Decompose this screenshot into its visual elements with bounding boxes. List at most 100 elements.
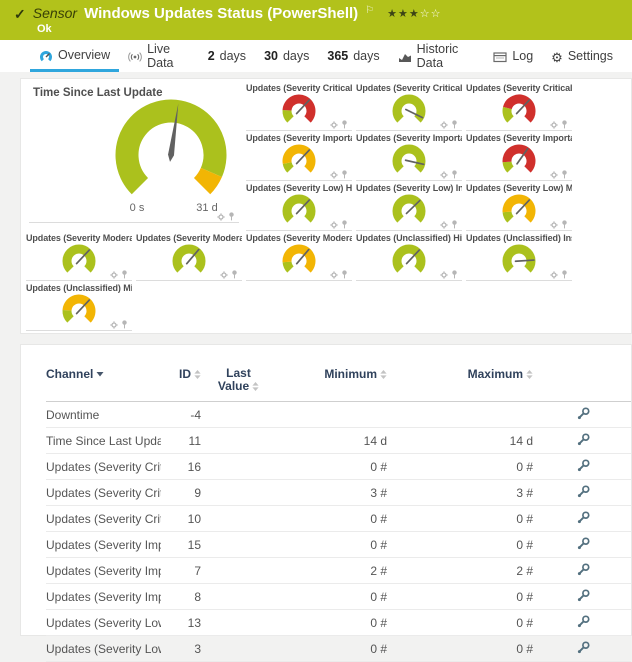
gauge-cell: Updates (Severity Low) Hidden <box>246 183 352 231</box>
sort-desc-icon[interactable] <box>96 371 104 377</box>
tab-365-days[interactable]: 365days <box>318 40 388 72</box>
tab-30-days[interactable]: 30days <box>255 40 318 72</box>
channel-gauge[interactable] <box>497 194 541 229</box>
gauge-pin-icon[interactable] <box>561 270 568 279</box>
edit-channel-icon[interactable] <box>576 510 591 525</box>
channel-name[interactable]: Downtime <box>46 408 161 422</box>
gauge-pin-icon[interactable] <box>341 220 348 229</box>
column-header-id[interactable]: ID <box>161 367 201 381</box>
sensor-header: ✓ Sensor Windows Updates Status (PowerSh… <box>0 0 632 40</box>
gauge-pin-icon[interactable] <box>341 170 348 179</box>
channel-gauge[interactable] <box>57 294 101 329</box>
gauge-gear-icon[interactable] <box>440 221 448 229</box>
gauge-gear-icon[interactable] <box>440 271 448 279</box>
gauge-gear-icon[interactable] <box>550 221 558 229</box>
channel-name[interactable]: Time Since Last Update <box>46 434 161 448</box>
channel-gauge[interactable] <box>497 94 541 129</box>
tab-historic-data[interactable]: Historic Data <box>389 40 485 72</box>
gauge-pin-icon[interactable] <box>341 120 348 129</box>
gauge-gear-icon[interactable] <box>440 171 448 179</box>
channel-gauge[interactable] <box>497 244 541 279</box>
star-empty-icon[interactable]: ☆ <box>420 8 431 20</box>
channel-gauge[interactable] <box>167 244 211 279</box>
channel-gauge[interactable] <box>387 194 431 229</box>
channel-gauge[interactable]: 0 s31 d <box>101 93 241 215</box>
channel-name[interactable]: Updates (Severity Impo... <box>46 538 161 552</box>
edit-channel-icon[interactable] <box>576 640 591 655</box>
gauge-title: Updates (Severity Moderate) ... <box>26 233 132 244</box>
tab-live-data[interactable]: Live Data <box>119 40 199 72</box>
star-filled-icon[interactable]: ★ <box>387 8 398 20</box>
gauge-gear-icon[interactable] <box>110 271 118 279</box>
channel-gauge[interactable] <box>277 94 321 129</box>
gauge-gear-icon[interactable] <box>550 171 558 179</box>
channel-name[interactable]: Updates (Severity Low) ... <box>46 642 161 656</box>
gauge-gear-icon[interactable] <box>440 121 448 129</box>
channel-gauge[interactable] <box>387 144 431 179</box>
star-filled-icon[interactable]: ★ <box>398 8 409 20</box>
gauge-pin-icon[interactable] <box>341 270 348 279</box>
column-header-minimum[interactable]: Minimum <box>276 367 387 381</box>
tab-overview[interactable]: Overview <box>30 40 119 72</box>
edit-channel-icon[interactable] <box>576 614 591 629</box>
gauge-pin-icon[interactable] <box>451 170 458 179</box>
channel-gauge[interactable] <box>57 244 101 279</box>
gear-icon: ⚙ <box>551 51 563 64</box>
edit-channel-icon[interactable] <box>576 562 591 577</box>
edit-channel-icon[interactable] <box>576 406 591 421</box>
gauge-gear-icon[interactable] <box>330 171 338 179</box>
gauge-title: Updates (Severity Low) Hidden <box>246 183 352 194</box>
column-header-channel[interactable]: Channel <box>46 367 161 381</box>
gauge-pin-icon[interactable] <box>228 212 235 221</box>
sort-icon[interactable] <box>194 370 201 379</box>
tab-2-days[interactable]: 2days <box>199 40 255 72</box>
gauge-pin-icon[interactable] <box>121 270 128 279</box>
sort-icon[interactable] <box>252 382 259 391</box>
channel-minimum: 0 # <box>276 642 387 656</box>
gauge-pin-icon[interactable] <box>561 170 568 179</box>
channel-gauge[interactable] <box>497 144 541 179</box>
tab-settings[interactable]: ⚙Settings <box>542 40 622 72</box>
priority-stars[interactable]: ★★★☆☆ <box>387 7 441 20</box>
column-header-maximum[interactable]: Maximum <box>387 367 533 381</box>
sort-icon[interactable] <box>380 370 387 379</box>
column-header-last-value[interactable]: LastValue <box>201 367 276 393</box>
channel-gauge[interactable] <box>277 244 321 279</box>
gauge-gear-icon[interactable] <box>550 121 558 129</box>
gauge-pin-icon[interactable] <box>121 320 128 329</box>
edit-channel-icon[interactable] <box>576 432 591 447</box>
channel-name[interactable]: Updates (Severity Impo... <box>46 590 161 604</box>
channel-gauge[interactable] <box>387 94 431 129</box>
star-empty-icon[interactable]: ☆ <box>431 8 442 20</box>
star-filled-icon[interactable]: ★ <box>409 8 420 20</box>
edit-channel-icon[interactable] <box>576 458 591 473</box>
tab-log[interactable]: Log <box>484 40 542 72</box>
channel-name[interactable]: Updates (Severity Low) ... <box>46 616 161 630</box>
gauge-gear-icon[interactable] <box>220 271 228 279</box>
gauge-pin-icon[interactable] <box>451 270 458 279</box>
gauge-pin-icon[interactable] <box>561 220 568 229</box>
channel-gauge[interactable] <box>277 144 321 179</box>
edit-channel-icon[interactable] <box>576 588 591 603</box>
gauge-pin-icon[interactable] <box>231 270 238 279</box>
channel-name[interactable]: Updates (Severity Critic... <box>46 512 161 526</box>
gauge-gear-icon[interactable] <box>330 271 338 279</box>
flag-icon[interactable]: ⚐ <box>365 5 374 16</box>
channel-name[interactable]: Updates (Severity Critic... <box>46 486 161 500</box>
gauge-actions <box>110 270 128 279</box>
gauge-pin-icon[interactable] <box>561 120 568 129</box>
channel-name[interactable]: Updates (Severity Impo... <box>46 564 161 578</box>
sort-icon[interactable] <box>526 370 533 379</box>
edit-channel-icon[interactable] <box>576 536 591 551</box>
edit-channel-icon[interactable] <box>576 484 591 499</box>
channel-gauge[interactable] <box>387 244 431 279</box>
gauge-pin-icon[interactable] <box>451 120 458 129</box>
gauge-pin-icon[interactable] <box>451 220 458 229</box>
channel-gauge[interactable] <box>277 194 321 229</box>
gauge-gear-icon[interactable] <box>330 121 338 129</box>
gauge-gear-icon[interactable] <box>217 213 225 221</box>
gauge-gear-icon[interactable] <box>550 271 558 279</box>
channel-name[interactable]: Updates (Severity Critic... <box>46 460 161 474</box>
gauge-gear-icon[interactable] <box>110 321 118 329</box>
gauge-gear-icon[interactable] <box>330 221 338 229</box>
